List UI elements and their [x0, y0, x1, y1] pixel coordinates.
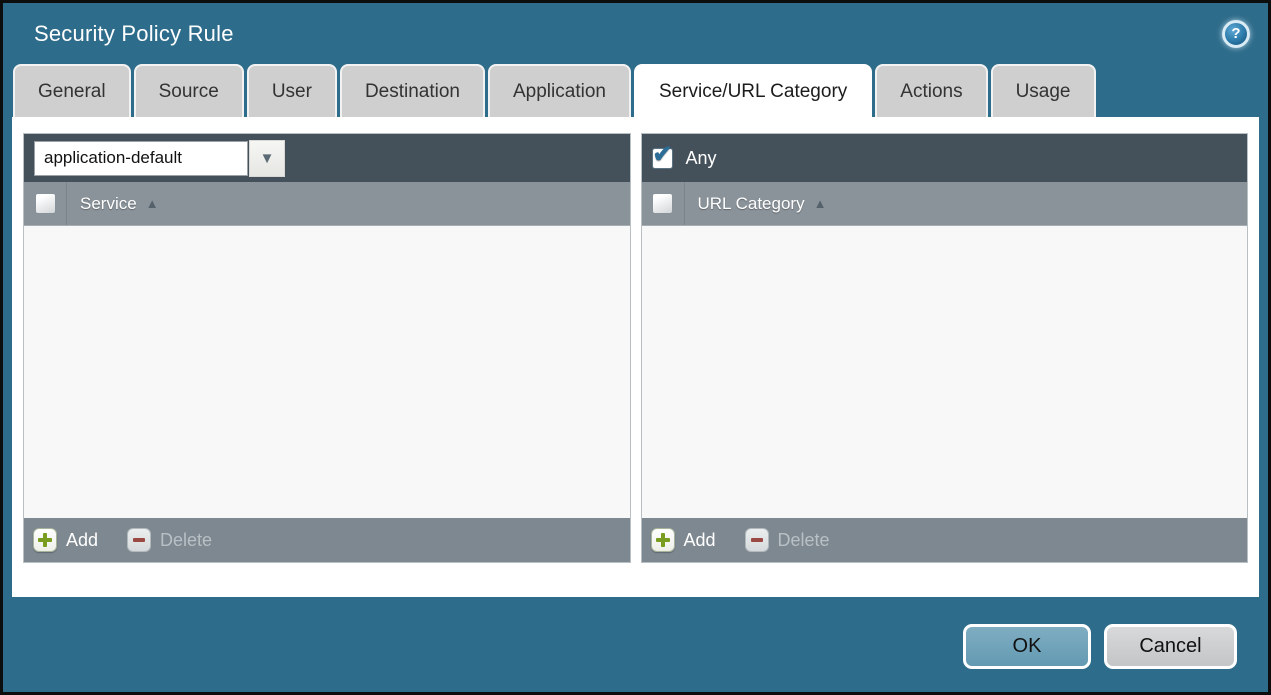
service-type-dropdown-button[interactable]: ▼ — [249, 139, 285, 177]
url-category-delete-button: Delete — [744, 528, 830, 552]
tab-source[interactable]: Source — [133, 64, 244, 117]
ok-button[interactable]: OK — [963, 624, 1091, 669]
tab-application[interactable]: Application — [488, 64, 631, 117]
any-label: Any — [685, 147, 717, 168]
url-category-add-button[interactable]: Add — [650, 528, 716, 552]
service-grid-header: Service ▲ — [24, 182, 630, 226]
service-grid-footer: Add Delete — [24, 518, 630, 562]
url-category-panel-toolbar: ✔ Any — [641, 134, 1247, 182]
add-plus-icon — [650, 528, 675, 552]
dialog-body: ▼ Service ▲ Add Delete — [12, 117, 1259, 597]
tab-destination[interactable]: Destination — [339, 64, 485, 117]
tab-service-url-category[interactable]: Service/URL Category — [633, 64, 873, 117]
tab-actions[interactable]: Actions — [875, 64, 988, 117]
add-plus-icon — [33, 528, 57, 552]
service-type-combobox: ▼ — [34, 139, 285, 177]
delete-minus-icon — [744, 528, 769, 552]
checkmark-icon: ✔ — [652, 140, 673, 168]
dialog-title: Security Policy Rule — [34, 20, 234, 46]
service-type-input[interactable] — [34, 140, 248, 176]
url-category-grid-footer: Add Delete — [641, 518, 1247, 562]
url-category-delete-label: Delete — [777, 529, 830, 550]
chevron-down-icon: ▼ — [259, 149, 275, 167]
dialog-action-buttons: OK Cancel — [963, 624, 1237, 669]
cancel-button[interactable]: Cancel — [1104, 624, 1237, 669]
service-select-all-checkbox[interactable] — [34, 193, 56, 214]
titlebar: Security Policy Rule ? — [3, 3, 1268, 64]
url-category-list — [641, 226, 1247, 518]
service-panel: ▼ Service ▲ Add Delete — [23, 133, 631, 563]
tab-usage[interactable]: Usage — [990, 64, 1096, 117]
delete-minus-icon — [127, 528, 152, 552]
service-add-button[interactable]: Add — [33, 528, 98, 552]
url-category-select-all-checkbox[interactable] — [652, 193, 673, 214]
url-category-select-all-cell — [642, 182, 685, 225]
service-panel-toolbar: ▼ — [24, 134, 630, 182]
service-delete-button: Delete — [127, 528, 212, 552]
service-list — [24, 226, 630, 518]
service-column-header[interactable]: Service — [80, 194, 137, 214]
sort-ascending-icon[interactable]: ▲ — [146, 196, 159, 211]
tab-strip: General Source User Destination Applicat… — [3, 64, 1268, 117]
tab-user[interactable]: User — [246, 64, 337, 117]
security-policy-rule-dialog: Security Policy Rule ? General Source Us… — [0, 0, 1271, 695]
help-icon[interactable]: ? — [1222, 19, 1250, 48]
any-checkbox[interactable]: ✔ — [651, 141, 673, 169]
url-category-column-header[interactable]: URL Category — [698, 194, 805, 214]
url-category-grid-header: URL Category ▲ — [641, 182, 1247, 226]
service-delete-label: Delete — [160, 529, 213, 550]
service-select-all-cell — [24, 182, 67, 225]
url-category-panel: ✔ Any URL Category ▲ Add Delete — [640, 133, 1248, 563]
url-category-add-label: Add — [683, 529, 716, 550]
tab-general[interactable]: General — [13, 64, 131, 117]
service-add-label: Add — [66, 529, 99, 550]
sort-ascending-icon[interactable]: ▲ — [814, 196, 827, 211]
